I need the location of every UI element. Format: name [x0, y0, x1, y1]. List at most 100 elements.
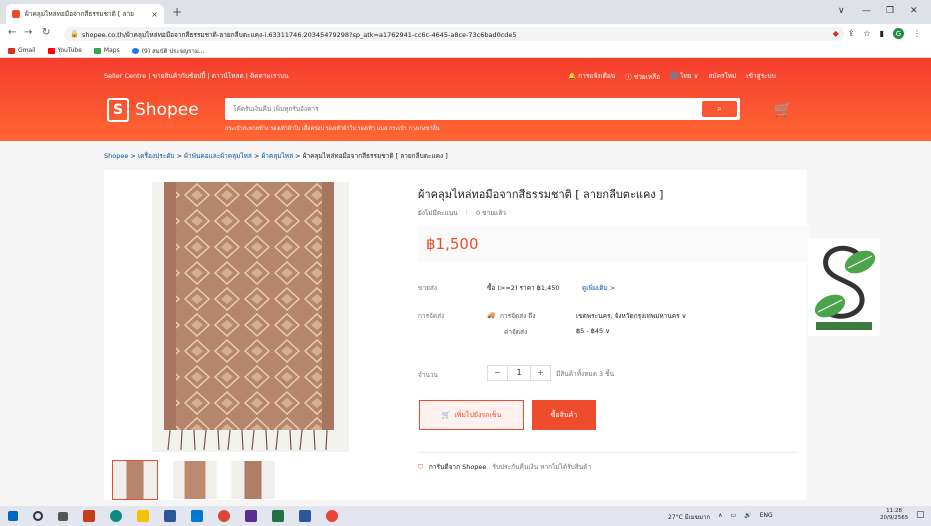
- add-to-cart-button[interactable]: 🛒 เพิ่มไปยังรถเข็น: [419, 400, 524, 430]
- bookmark-label: Gmail: [18, 47, 36, 54]
- price-box: ฿1,500: [418, 226, 810, 262]
- shipping-location[interactable]: เขตพระนคร, จังหวัดกรุงเทพมหานคร ∨: [576, 311, 686, 321]
- notifications-link[interactable]: 🔔 การแจ้งเตือน: [568, 71, 615, 82]
- cart-icon[interactable]: 🛒: [774, 102, 791, 118]
- shipping-to-label: การจัดส่ง ถึง: [500, 312, 536, 320]
- shipping-truck-icon: 🚚: [487, 311, 496, 319]
- clock-time: 11:28: [886, 508, 903, 514]
- chrome-active-icon[interactable]: [326, 510, 338, 522]
- bookmark-star-icon[interactable]: ☆: [863, 29, 870, 38]
- bookmark-maps[interactable]: Maps: [93, 47, 120, 54]
- weather-widget[interactable]: 27°C มีเมฆมาก: [668, 512, 710, 522]
- quantity-plus-button[interactable]: +: [531, 366, 550, 380]
- extension-icon[interactable]: ◆: [833, 29, 839, 38]
- new-tab-button[interactable]: +: [172, 5, 182, 19]
- task-view-icon[interactable]: [58, 511, 68, 521]
- share-icon[interactable]: ⇪: [848, 29, 855, 38]
- side-panel-icon[interactable]: ▮: [880, 29, 884, 38]
- search-button[interactable]: ⌕: [702, 101, 737, 117]
- profile-avatar[interactable]: G: [893, 28, 904, 39]
- reload-icon[interactable]: ↻: [42, 27, 50, 38]
- buy-now-button[interactable]: ซื้อสินค้า: [532, 400, 596, 430]
- tab-search-icon[interactable]: ∨: [838, 6, 845, 16]
- system-tray: 27°C มีเมฆมาก ∧ ▭ 🔊 ENG: [668, 512, 773, 522]
- breadcrumb-current: ผ้าคลุมไหล่ทอมือจากสีธรรมชาติ [ ลายกลีบต…: [302, 152, 448, 160]
- mail-icon[interactable]: [191, 510, 203, 522]
- header-top-links[interactable]: Seller Centre | ขายสินค้ากับช้อปปี้ | ดา…: [104, 71, 289, 81]
- wholesale-more-link[interactable]: ดูเพิ่มเติม >: [582, 283, 615, 293]
- back-icon[interactable]: ←: [8, 27, 16, 38]
- network-icon[interactable]: ▭: [731, 512, 737, 522]
- word-icon[interactable]: [299, 510, 311, 522]
- browser-tab[interactable]: ผ้าคลุมไหล่ทอมือจากสีธรรมชาติ [ ลาย ×: [6, 4, 164, 24]
- shopee-bag-icon: S: [107, 98, 129, 122]
- shopee-logo[interactable]: S Shopee: [107, 98, 199, 122]
- url-field[interactable]: 🔒 shopee.co.th/ผ้าคลุมไหล่ทอมือจากสีธรรม…: [64, 27, 844, 41]
- chrome-icon[interactable]: [218, 510, 230, 522]
- minimize-icon[interactable]: —: [862, 6, 871, 16]
- close-window-icon[interactable]: ✕: [910, 6, 918, 16]
- bookmark-facebook[interactable]: (9) สมบัติ ประจญราม...: [131, 46, 205, 56]
- breadcrumb-link[interactable]: ผ้าคลุมไหล่: [261, 152, 293, 160]
- language-indicator[interactable]: ENG: [760, 512, 773, 522]
- cart-plus-icon: 🛒: [441, 411, 451, 419]
- maximize-icon[interactable]: ❐: [886, 6, 894, 16]
- windows-taskbar: 27°C มีเมฆมาก ∧ ▭ 🔊 ENG 11:28 20/9/2565 …: [0, 506, 931, 526]
- login-link[interactable]: เข้าสู่ระบบ: [746, 71, 776, 82]
- address-bar-row: ← → ↻ 🔒 shopee.co.th/ผ้าคลุมไหล่ทอมือจาก…: [0, 24, 931, 44]
- stock-count: มีสินค้าทั้งหมด 3 ชิ้น: [556, 370, 615, 378]
- bookmark-label: Maps: [103, 47, 120, 54]
- clock-date: 20/9/2565: [880, 515, 909, 521]
- shop-logo-image: [808, 238, 880, 336]
- tab-title: ผ้าคลุมไหล่ทอมือจากสีธรรมชาติ [ ลาย: [25, 10, 134, 18]
- tray-arrow-icon[interactable]: ∧: [718, 512, 722, 522]
- breadcrumb-link[interactable]: Shopee: [104, 152, 128, 160]
- search-input[interactable]: โค้ดรับเงินคืน เพิ่มทุกรับอังคาร: [233, 104, 319, 114]
- browser-tab-bar: ผ้าคลุมไหล่ทอมือจากสีธรรมชาติ [ ลาย × + …: [0, 0, 931, 24]
- guarantee-text: รับประกันคืนเงิน หากไม่ได้รับสินค้า: [492, 463, 592, 471]
- powerpoint-icon[interactable]: [83, 510, 95, 522]
- search-suggestions[interactable]: กระเป๋าสะพายข้าง รองเท้าผ้าใบ เสื้อครอป …: [225, 125, 439, 133]
- shopee-guarantee[interactable]: ⛉ การันตีจาก Shopee รับประกันคืนเงิน หาก…: [418, 462, 591, 472]
- language-selector[interactable]: 🌐 ไทย ∨: [670, 71, 698, 82]
- sold-count: 0 ขายแล้ว: [475, 209, 506, 217]
- bookmark-youtube[interactable]: YouTube: [47, 47, 82, 54]
- quantity-input[interactable]: 1: [507, 366, 531, 380]
- clock[interactable]: 11:28 20/9/2565: [880, 508, 908, 522]
- breadcrumb-link[interactable]: เครื่องประดับ: [138, 152, 175, 160]
- help-link[interactable]: ⓘ ช่วยเหลือ: [625, 71, 660, 82]
- shipping-cost[interactable]: ฿5 - ฿45 ∨: [576, 327, 610, 335]
- bookmark-gmail[interactable]: Gmail: [8, 47, 36, 54]
- notifications-icon[interactable]: ▢: [916, 510, 925, 520]
- store-icon[interactable]: [164, 510, 176, 522]
- menu-icon[interactable]: ⋮: [913, 29, 921, 38]
- rating-text: ยังไม่มีคะแนน: [418, 209, 458, 217]
- shipping-label: การจัดส่ง: [418, 312, 445, 320]
- search-icon[interactable]: [33, 511, 43, 521]
- search-bar: โค้ดรับเงินคืน เพิ่มทุกรับอังคาร ⌕: [225, 98, 740, 120]
- file-explorer-icon[interactable]: [137, 510, 149, 522]
- logo-text: Shopee: [135, 100, 199, 120]
- windows-start-icon[interactable]: [8, 511, 18, 521]
- shipping-cost-label: ค่าจัดส่ง: [504, 328, 528, 336]
- app-icon[interactable]: [245, 510, 257, 522]
- product-price: ฿1,500: [426, 235, 479, 253]
- quantity-minus-button[interactable]: −: [488, 366, 507, 380]
- breadcrumb-link[interactable]: ผ้าพันคอและผ้าคลุมไหล่: [184, 152, 252, 160]
- product-thumbnail[interactable]: [112, 460, 158, 500]
- product-main-image[interactable]: [152, 182, 349, 452]
- excel-icon[interactable]: [272, 510, 284, 522]
- close-tab-icon[interactable]: ×: [151, 10, 158, 19]
- edge-icon[interactable]: [110, 510, 122, 522]
- volume-icon[interactable]: 🔊: [744, 512, 751, 522]
- signup-link[interactable]: สมัครใหม่: [708, 71, 736, 82]
- url-text: shopee.co.th/ผ้าคลุมไหล่ทอมือจากสีธรรมชา…: [82, 31, 517, 39]
- maps-icon: [93, 47, 101, 54]
- notifications-label: การแจ้งเตือน: [578, 72, 616, 80]
- product-thumbnail[interactable]: [172, 460, 218, 500]
- product-title: ผ้าคลุมไหล่ทอมือจากสีธรรมชาติ [ ลายกลีบต…: [418, 188, 664, 201]
- bookmark-label: (9) สมบัติ ประจญราม...: [141, 47, 205, 55]
- forward-icon[interactable]: →: [24, 27, 32, 38]
- product-thumbnail[interactable]: [230, 460, 276, 500]
- quantity-label: จำนวน: [418, 371, 438, 379]
